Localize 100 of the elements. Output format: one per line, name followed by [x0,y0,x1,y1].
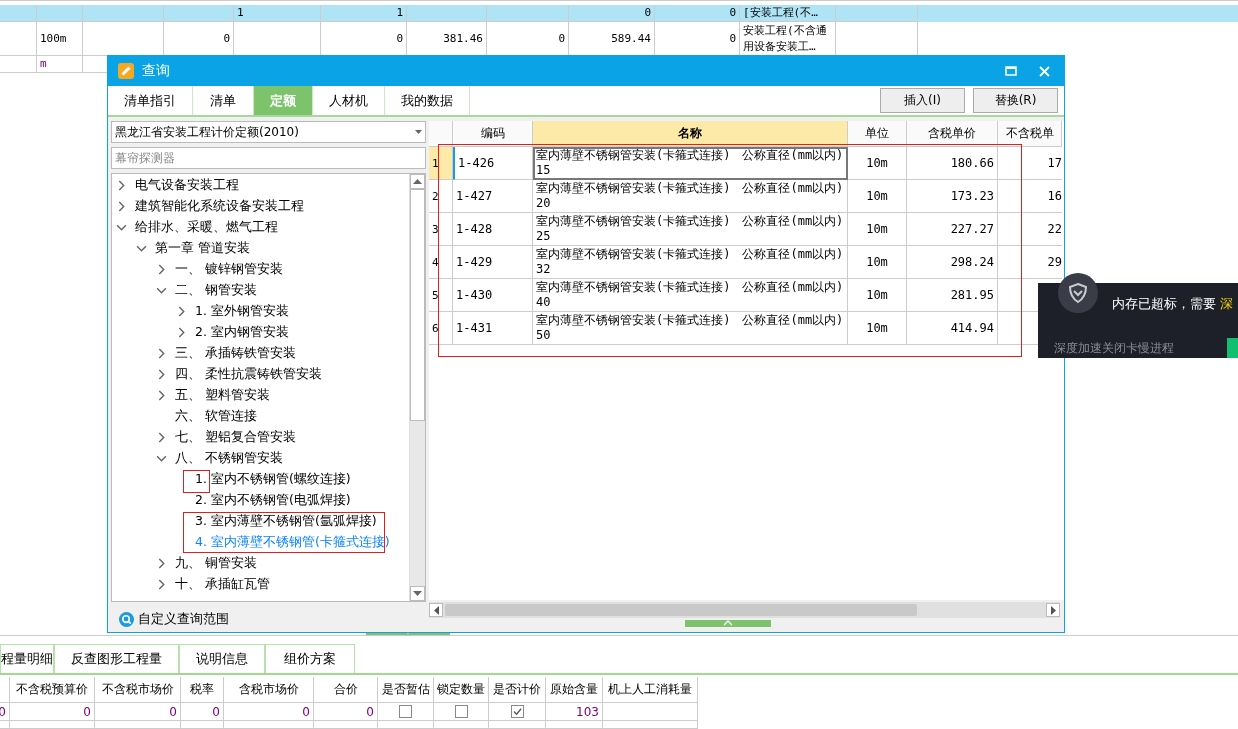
tree-item[interactable]: 2. 室内不锈钢管(电弧焊接) [195,492,351,509]
row-number[interactable]: 5 [429,279,453,312]
chevron-right-icon[interactable] [156,390,167,401]
chevron-down-icon[interactable] [116,222,127,233]
library-dropdown[interactable]: 黑龙江省安装工程计价定额(2010) [111,121,426,143]
sheet-row[interactable]: 1 1 0 0 [安装工程(不… [0,5,1238,22]
chevron-down-icon[interactable] [156,453,167,464]
splitter-handle[interactable] [685,620,771,627]
tab[interactable]: 组价方案 [265,644,355,673]
notification-message: 内存已超标，需要 [1112,295,1216,313]
maximize-icon[interactable] [1005,66,1017,76]
tree-item[interactable]: 六、 软管连接 [175,408,257,425]
tree-item[interactable]: 七、 塑铝复合管安装 [175,429,296,446]
dropdown-caret-icon [415,130,422,134]
speed-up-link[interactable]: 深 [1220,295,1233,313]
scrollbar[interactable] [409,174,425,601]
tree-item[interactable]: 八、 不锈钢管安装 [175,450,283,467]
tree-item[interactable]: 建筑智能化系统设备安装工程 [135,198,304,215]
table-cell: 0 [10,703,95,721]
scroll-left-icon[interactable] [433,605,439,615]
table-cell: 室内薄壁不锈钢管安装(卡箍式连接) 公称直径(mm以内) 25 [533,213,848,246]
table-cell: m [37,56,83,73]
table-cell: 227.27 [907,213,998,246]
tab[interactable]: 反查图形工程量 [54,644,179,673]
column-header: 原始含量 [546,677,603,703]
row-number[interactable]: 2 [429,180,453,213]
tab[interactable]: 说明信息 [179,644,265,673]
row-number[interactable]: 3 [429,213,453,246]
table-cell: 173.23 [907,180,998,213]
table-cell: 414.94 [907,312,998,345]
tree-item[interactable]: 三、 承插铸铁管安装 [175,345,296,362]
table-cell: 室内薄壁不锈钢管安装(卡箍式连接) 公称直径(mm以内) 15 [533,147,848,180]
tree-item[interactable]: 一、 镀锌钢管安装 [175,261,283,278]
column-header: 含税市场价 [224,677,314,703]
checkbox[interactable] [454,705,468,718]
chevron-right-icon[interactable] [116,201,127,212]
column-header: 单位 [848,121,907,147]
table-cell: 10m [848,213,907,246]
chevron-right-icon[interactable] [176,327,187,338]
tree-item[interactable]: 二、 钢管安装 [175,282,257,299]
chevron-right-icon[interactable] [156,579,167,590]
custom-range-link[interactable]: 自定义查询范围 [138,610,229,628]
column-header: 税率 [181,677,224,703]
chevron-right-icon[interactable] [176,306,187,317]
tree-item[interactable]: 3. 室内薄壁不锈钢管(氩弧焊接) [195,513,377,530]
table-cell: 103 [546,703,603,721]
tree-item[interactable]: 1. 室外钢管安装 [195,303,289,320]
tree-item[interactable]: 四、 柔性抗震铸铁管安装 [175,366,322,383]
table-cell: 180.66 [907,147,998,180]
tree-item[interactable]: 给排水、采暖、燃气工程 [135,219,278,236]
row-number[interactable]: 6 [429,312,453,345]
table-cell: 室内薄壁不锈钢管安装(卡箍式连接) 公称直径(mm以内) 20 [533,180,848,213]
tree-item[interactable]: 九、 铜管安装 [175,555,257,572]
close-icon[interactable] [1039,65,1050,77]
table-cell [0,56,37,73]
chevron-down-icon[interactable] [156,285,167,296]
checkbox[interactable] [399,705,412,718]
checkbox[interactable] [510,705,524,718]
horizontal-scrollbar[interactable] [429,602,1060,618]
column-header: 不含税市场价 [95,677,181,703]
tree-item[interactable]: 十、 承插缸瓦管 [175,576,270,593]
replace-button[interactable]: 替换(R) [973,88,1058,113]
chevron-down-icon[interactable] [136,243,147,254]
table-cell: 0 [224,703,314,721]
chevron-right-icon[interactable] [156,264,167,275]
chevron-right-icon[interactable] [156,369,167,380]
scroll-up-icon[interactable] [413,179,422,184]
table-cell: 10m [848,180,907,213]
scroll-right-icon[interactable] [1050,605,1056,615]
chevron-right-icon[interactable] [156,348,167,359]
column-header: 不含税单 [998,121,1062,147]
column-header: 是否暂估 [378,677,434,703]
tree-item[interactable]: 2. 室内钢管安装 [195,324,289,341]
search-field[interactable]: 幕帘探测器 [111,147,426,169]
table-cell: 1-431 [453,312,533,345]
chevron-right-icon[interactable] [156,558,167,569]
table-cell: 室内薄壁不锈钢管安装(卡箍式连接) 公称直径(mm以内) 40 [533,279,848,312]
table-cell: 0 [0,703,10,721]
row-number[interactable]: 4 [429,246,453,279]
chevron-right-icon[interactable] [116,180,127,191]
table-cell: 298.24 [907,246,998,279]
chevron-right-icon[interactable] [156,432,167,443]
table-cell: 10m [848,312,907,345]
insert-button[interactable]: 插入(I) [880,88,965,113]
tree-item[interactable]: 4. 室内薄壁不锈钢管(卡箍式连接) [195,534,390,551]
tab[interactable]: 程量明细 [0,644,54,673]
column-header [429,121,453,147]
table-cell: 0 [314,703,378,721]
tree-item[interactable]: 电气设备安装工程 [135,177,239,194]
row-number[interactable]: 1 [429,147,453,180]
chevron-up-icon [723,620,733,626]
tree-item[interactable]: 第一章 管道安装 [155,240,250,257]
scroll-down-icon[interactable] [413,591,422,596]
tree-item[interactable]: 五、 塑料管安装 [175,387,270,404]
table-cell: 室内薄壁不锈钢管安装(卡箍式连接) 公称直径(mm以内) 50 [533,312,848,345]
table-cell: 1-429 [453,246,533,279]
table-cell: 1-426 [453,147,533,180]
column-header: 名称 [533,121,848,147]
table-cell: 10m [848,246,907,279]
tree-item[interactable]: 1. 室内不锈钢管(螺纹连接) [195,471,351,488]
